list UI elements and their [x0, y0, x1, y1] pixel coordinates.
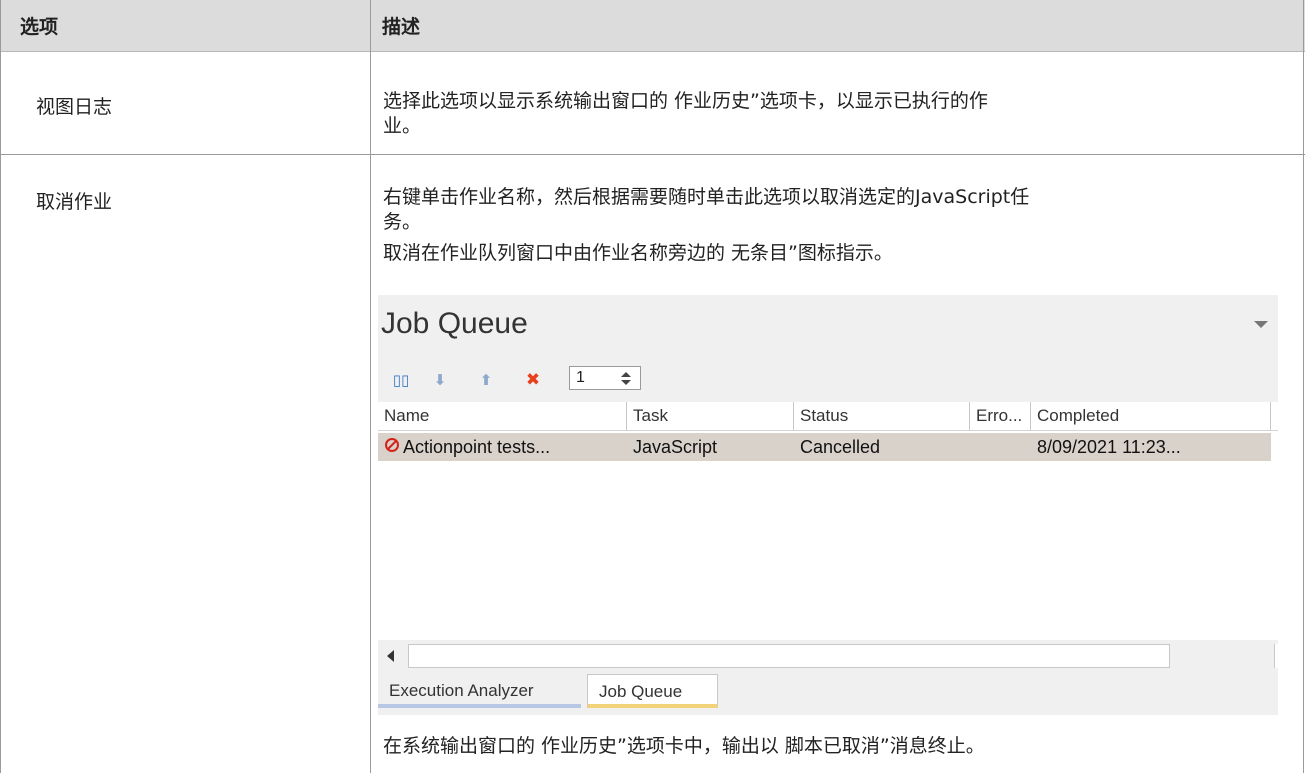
window-title: Job Queue — [381, 307, 528, 340]
table-border-right — [1303, 0, 1304, 773]
description-line: 务。 — [383, 211, 422, 233]
pause-icon[interactable]: ▯▯ — [390, 369, 412, 391]
tab-job-queue[interactable]: Job Queue — [587, 674, 718, 708]
job-queue-window: Job Queue ▯▯ ⬇ ⬆ ✖ 1 Name Task Status Er… — [378, 295, 1279, 715]
option-description: 选择此选项以显示系统输出窗口的 作业历史”选项卡，以显示已执行的作 业。 — [383, 89, 1273, 139]
header-description: 描述 — [382, 16, 421, 38]
description-line: 在系统输出窗口的 作业历史”选项卡中，输出以 脚本已取消”消息终止。 — [383, 735, 985, 757]
option-label: 取消作业 — [36, 191, 113, 213]
job-task: JavaScript — [633, 437, 718, 457]
scrollbar-track[interactable] — [408, 644, 1170, 668]
stepper-up-icon[interactable] — [621, 372, 631, 377]
column-header-status[interactable]: Status — [794, 402, 970, 430]
column-header-task[interactable]: Task — [627, 402, 794, 430]
table-column-divider — [370, 0, 371, 773]
table-row[interactable]: Actionpoint tests... JavaScript Cancelle… — [378, 433, 1271, 461]
description-line: 业。 — [383, 115, 422, 137]
table-row: 视图日志 选择此选项以显示系统输出窗口的 作业历史”选项卡，以显示已执行的作 业… — [0, 51, 1305, 155]
column-header-completed[interactable]: Completed — [1031, 402, 1271, 430]
column-header-error[interactable]: Erro... — [970, 402, 1031, 430]
description-line: 取消在作业队列窗口中由作业名称旁边的 无条目”图标指示。 — [383, 242, 893, 264]
stepper-value[interactable]: 1 — [576, 369, 585, 387]
delete-icon[interactable]: ✖ — [523, 369, 543, 391]
description-line: 右键单击作业名称，然后根据需要随时单击此选项以取消选定的JavaScript任 — [383, 186, 1030, 208]
window-tabs: Execution Analyzer Job Queue — [378, 672, 1278, 715]
table-border-left — [0, 0, 1, 773]
job-status: Cancelled — [800, 437, 881, 457]
job-completed: 8/09/2021 11:23... — [1037, 437, 1181, 457]
job-name: Actionpoint tests... — [403, 437, 551, 457]
window-menu-chevron-icon[interactable] — [1254, 321, 1268, 328]
table-header: 选项 描述 — [0, 0, 1305, 52]
stepper-down-icon[interactable] — [621, 380, 631, 385]
option-label: 视图日志 — [36, 96, 113, 118]
scrollbar-corner — [1274, 644, 1279, 668]
column-header-name[interactable]: Name — [378, 402, 627, 430]
arrow-down-icon[interactable]: ⬇ — [430, 369, 450, 391]
tab-execution-analyzer[interactable]: Execution Analyzer — [378, 674, 581, 708]
quantity-stepper[interactable]: 1 — [569, 366, 641, 390]
job-list: Name Task Status Erro... Completed Actio… — [378, 402, 1278, 640]
option-description: 右键单击作业名称，然后根据需要随时单击此选项以取消选定的JavaScript任 … — [383, 185, 1273, 266]
horizontal-scrollbar[interactable] — [378, 640, 1279, 672]
arrow-up-icon[interactable]: ⬆ — [476, 369, 496, 391]
description-line: 选择此选项以显示系统输出窗口的 作业历史”选项卡，以显示已执行的作 — [383, 90, 988, 112]
scroll-left-icon[interactable] — [387, 650, 394, 662]
header-divider — [378, 430, 1278, 431]
header-option: 选项 — [20, 16, 59, 38]
job-error — [970, 433, 976, 461]
